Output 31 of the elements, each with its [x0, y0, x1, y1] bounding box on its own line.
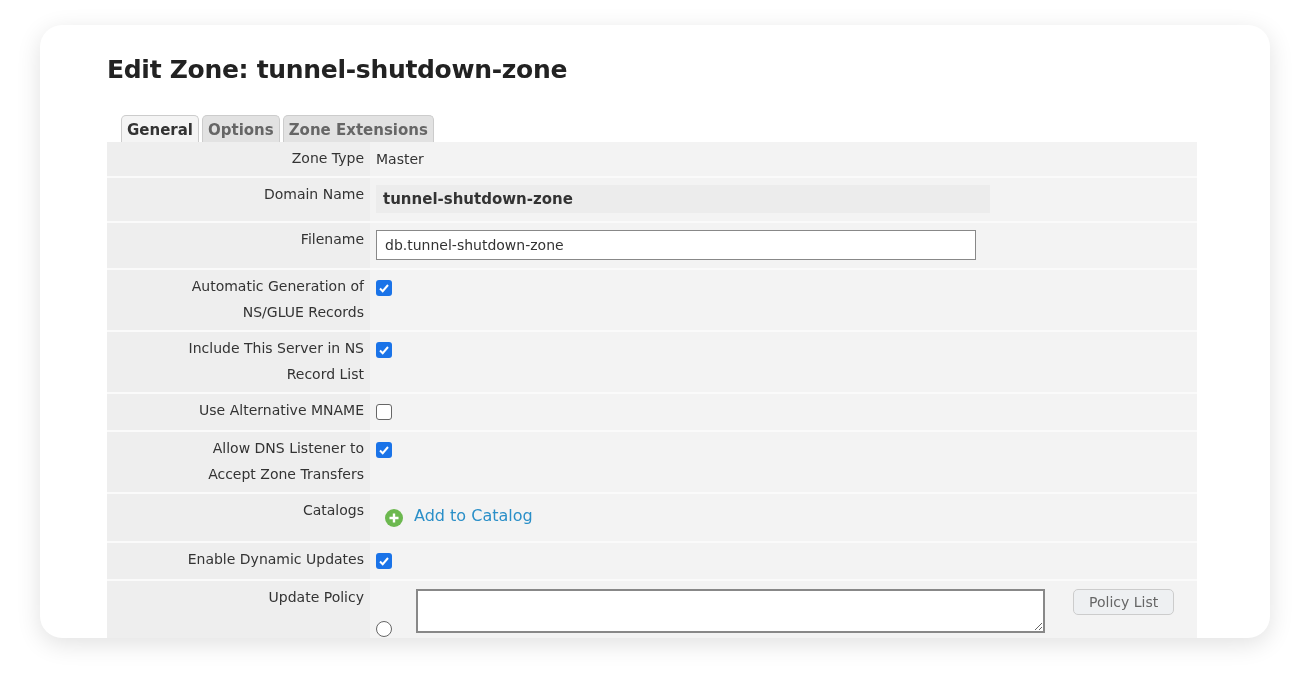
- page-title: Edit Zone: tunnel-shutdown-zone: [107, 55, 569, 84]
- checkbox[interactable]: [376, 342, 392, 358]
- checkmark-icon: [378, 444, 390, 456]
- filename-field[interactable]: db.tunnel-shutdown-zone: [376, 230, 976, 260]
- checkmark-icon: [378, 282, 390, 294]
- field-value: Master: [376, 150, 424, 169]
- update-policy-field[interactable]: [416, 589, 1045, 633]
- domain-name-value: tunnel-shutdown-zone: [376, 185, 990, 213]
- checkbox[interactable]: [376, 553, 392, 569]
- add-to-catalog-link[interactable]: Add to Catalog: [414, 506, 533, 525]
- checkmark-icon: [378, 555, 390, 567]
- add-icon: [384, 508, 404, 528]
- tab[interactable]: Zone Extensions: [282, 115, 434, 142]
- field-label: Include This Server in NS Record List: [107, 332, 370, 392]
- radio-button[interactable]: [376, 621, 392, 637]
- field-label: Use Alternative MNAME: [107, 394, 370, 430]
- tab[interactable]: Options: [202, 115, 280, 142]
- policy-list-button[interactable]: Policy List: [1073, 589, 1175, 615]
- field-label: Domain Name: [107, 178, 370, 221]
- checkbox[interactable]: [376, 280, 392, 296]
- field-label: Update Policy: [107, 581, 370, 638]
- field-label: Catalogs: [107, 494, 370, 541]
- field-label: Enable Dynamic Updates: [107, 543, 370, 579]
- field-label: Allow DNS Listener to Accept Zone Transfers: [107, 432, 370, 492]
- checkmark-icon: [378, 344, 390, 356]
- field-label: Filename: [107, 223, 370, 268]
- checkbox[interactable]: [376, 442, 392, 458]
- field-label: Automatic Generation of NS/GLUE Records: [107, 270, 370, 330]
- tab[interactable]: General: [121, 115, 199, 142]
- checkbox[interactable]: [376, 404, 392, 420]
- field-label: Zone Type: [107, 142, 370, 176]
